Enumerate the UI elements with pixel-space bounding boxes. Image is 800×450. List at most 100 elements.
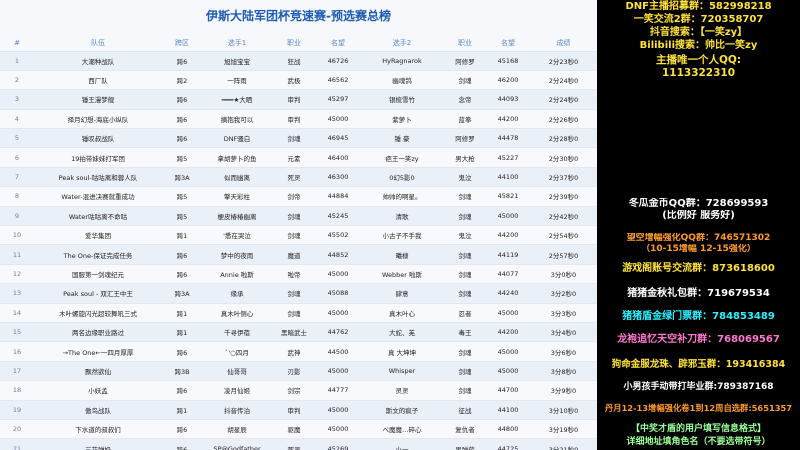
cell-team: 大潮种战队: [34, 51, 162, 71]
cell-class1: 审判: [272, 89, 316, 110]
cell-player1: Annie 啦斯: [202, 264, 272, 285]
cell-player2: 斯文的疯子: [360, 400, 444, 420]
cell-player1: 似而幽离: [202, 167, 272, 188]
winner-format-note: 详细地址填角色名（不要选带符号）: [626, 437, 771, 447]
cell-fame2: 45227: [486, 147, 530, 168]
cell-player2: 0幻5影0: [360, 167, 444, 188]
cell-rank: 14: [0, 303, 34, 323]
cell-result: 3分8秒0: [530, 361, 597, 382]
wangkong-note: （10-15增幅 12-15强化）: [641, 244, 756, 254]
cell-fame1: 45000: [316, 400, 360, 420]
dongua-note: (比例好 服务好): [662, 210, 735, 221]
cell-class1: 武极: [272, 70, 316, 91]
cell-player2: 肆意: [360, 283, 444, 304]
cell-team: Water-混进决赛就重成功: [34, 186, 162, 207]
cell-player1: 摘抱我可以: [202, 109, 272, 130]
cell-fame1: 45000: [316, 419, 360, 440]
cell-rank: 8: [0, 186, 34, 207]
cell-class1: 剑宗: [272, 380, 316, 401]
cell-player2: ベ魔魔…碎心: [360, 419, 444, 440]
dongua-group: 冬瓜金币QQ群：728699593: [628, 198, 769, 209]
cell-server: 跨5: [162, 147, 202, 168]
xiaonan-group: 小男孩手动带打毕业群:789387168: [623, 382, 774, 392]
cell-fame1: 45245: [316, 206, 360, 227]
cell-fame1: 45269: [316, 438, 360, 450]
info-panel: DNF主播招募群：582998218 一笑交流2群：720358707 抖音搜索…: [597, 0, 800, 450]
cell-player1: 抖音传泊: [202, 400, 272, 420]
longpao-group: 龙袍追忆天空补刀群：768069567: [617, 334, 780, 345]
cell-player2: 小古子不手我: [360, 225, 444, 246]
cell-team: 木叶螺旋闪光超较舞吼三式: [34, 303, 162, 323]
cell-fame2: 44119: [486, 244, 530, 265]
cell-rank: 18: [0, 380, 34, 401]
cell-fame1: 44884: [316, 186, 360, 207]
cell-player2: 清歌: [360, 206, 444, 227]
cell-player1: ━━━★大晒: [202, 89, 272, 110]
cell-player1: 凌月仙姬: [202, 380, 272, 401]
cell-player2: 小一: [360, 438, 444, 450]
cell-result: 3分6秒0: [530, 341, 597, 362]
cell-team: 国服第一剑魂纪元: [34, 264, 162, 285]
cell-fame1: 45297: [316, 89, 360, 110]
cell-rank: 15: [0, 322, 34, 343]
cell-player2: 疤王一笑zy: [360, 147, 444, 168]
cell-player2: 帅帅的啊星。: [360, 186, 444, 207]
cell-player1: 缘承: [202, 283, 272, 304]
cell-result: 2分42秒0: [530, 206, 597, 227]
cell-rank: 11: [0, 244, 34, 265]
table-row: 10 爱华集团 跨1 '悉在哭泣 剑魂 45502 小古子不手我 鬼泣 44200 2分54秒0: [0, 225, 597, 246]
table-row: 3 锤王漫梦舰 跨6 ━━━★大晒 审判 45297 银梳雪竹 念帝 44093 2分24秒0: [0, 89, 597, 110]
table-row: 6 19拍带妹妹打军团 跨5 拿胡萝卜的鱼 元素 46400 疤王一笑zy 男大枪 45227 2…: [0, 147, 597, 168]
table-row: 14 木叶螺旋闪光超较舞吼三式 跨1 真木叶侧心 剑魂 45000 真木叶心 忍者 45000 3…: [0, 303, 597, 323]
youxi-group: 游戏阁账号交流群：873618600: [622, 263, 775, 274]
cell-fame2: 44100: [486, 167, 530, 188]
cell-fame1: 45000: [316, 361, 360, 382]
table-row: 1 大潮种战队 跨6 旭旭宝宝 狂战 46726 HyRagnarok 阿修罗 45168 2分2…: [0, 51, 597, 71]
cell-rank: 3: [0, 89, 34, 110]
cell-player2: HyRagnarok: [360, 51, 444, 71]
cell-team: 下水道的叔叔们: [34, 419, 162, 440]
cell-class1: 黑暗武士: [272, 322, 316, 343]
cell-fame1: 45000: [316, 303, 360, 323]
cell-server: 跨3B: [162, 361, 202, 382]
goumingjin-group: 狗命金服龙珠、辟邪玉群：193416384: [611, 359, 786, 370]
cell-class1: 剑魂: [272, 225, 316, 246]
cell-team: 飘然欲仙: [34, 361, 162, 382]
cell-fame1: 44777: [316, 380, 360, 401]
table-row: 7 Peak soul-咕咕离和蓉人队 跨3A 似而幽离 死灵 46300 0幻5影0 鬼泣 4…: [0, 167, 597, 188]
leaderboard-panel: 伊斯大陆军团杯竞速赛-预选赛总榜 # 队伍 跨区 选手1 职业 名望 选手2 职…: [0, 0, 597, 450]
table-row: 16 →The One←一四月厚厚 跨6 `'○四月 武神 44500 真 大坤坤 剑魂 450…: [0, 341, 597, 362]
cell-team: The One-保证完成任务: [34, 244, 162, 265]
header-fame2: 名望: [486, 35, 530, 52]
cell-player1: 仙哥哥: [202, 361, 272, 382]
cell-class2: 剑魂: [444, 244, 486, 265]
cell-player2: Webber 啦斯: [360, 264, 444, 285]
cell-player1: '悉在哭泣: [202, 225, 272, 246]
table-row: 4 择月幻想-海底小纵队 跨6 摘抱我可以 审判 45000 紫萝卜 蓝拳 44200 2分26秒…: [0, 109, 597, 130]
cell-class1: 啦帝: [272, 264, 316, 285]
cell-class1: 剑魂: [272, 128, 316, 149]
cell-fame1: 45088: [316, 283, 360, 304]
cell-result: 2分30秒0: [530, 147, 597, 168]
cell-player1: 一阵雨: [202, 70, 272, 91]
cell-server: 跨1: [162, 400, 202, 420]
table-row: 20 下水道的叔叔们 跨6 胡星辰 驱魔 45000 ベ魔魔…碎心 复仇者 44800 3分19秒…: [0, 419, 597, 440]
cell-team: 西厂队: [34, 70, 162, 91]
cell-fame2: 44100: [486, 400, 530, 420]
cell-fame1: 46562: [316, 70, 360, 91]
cell-rank: 19: [0, 400, 34, 420]
cell-fame1: 45000: [316, 109, 360, 130]
cell-result: 2分28秒0: [530, 128, 597, 149]
wangkong-group: 望空增幅强化QQ群：746571302: [626, 233, 771, 243]
cell-server: 跨6: [162, 264, 202, 285]
table-row: 15 两名边缘职业路过 跨1 千寻伊蓓 黑暗武士 44762 大蛇、羌 毒王 44200 3分4秒…: [0, 322, 597, 343]
table-row: 8 Water-混进决赛就重成功 跨5 擎天彩柱 剑帝 44884 帅帅的啊星。 剑魂 4582…: [0, 186, 597, 207]
cell-class2: 蓝拳: [444, 109, 486, 130]
dnf-recruit-group: DNF主播招募群：582998218: [625, 1, 772, 12]
cell-class2: 剑魂: [444, 70, 486, 91]
cell-rank: 9: [0, 206, 34, 227]
cell-server: 跨6: [162, 89, 202, 110]
cell-player2: 紫萝卜: [360, 109, 444, 130]
cell-fame2: 45000: [486, 303, 530, 323]
table-row: 2 西厂队 跨2 一阵雨 武极 46562 幽魂鸽 剑魂 46200 2分24秒0: [0, 70, 597, 91]
